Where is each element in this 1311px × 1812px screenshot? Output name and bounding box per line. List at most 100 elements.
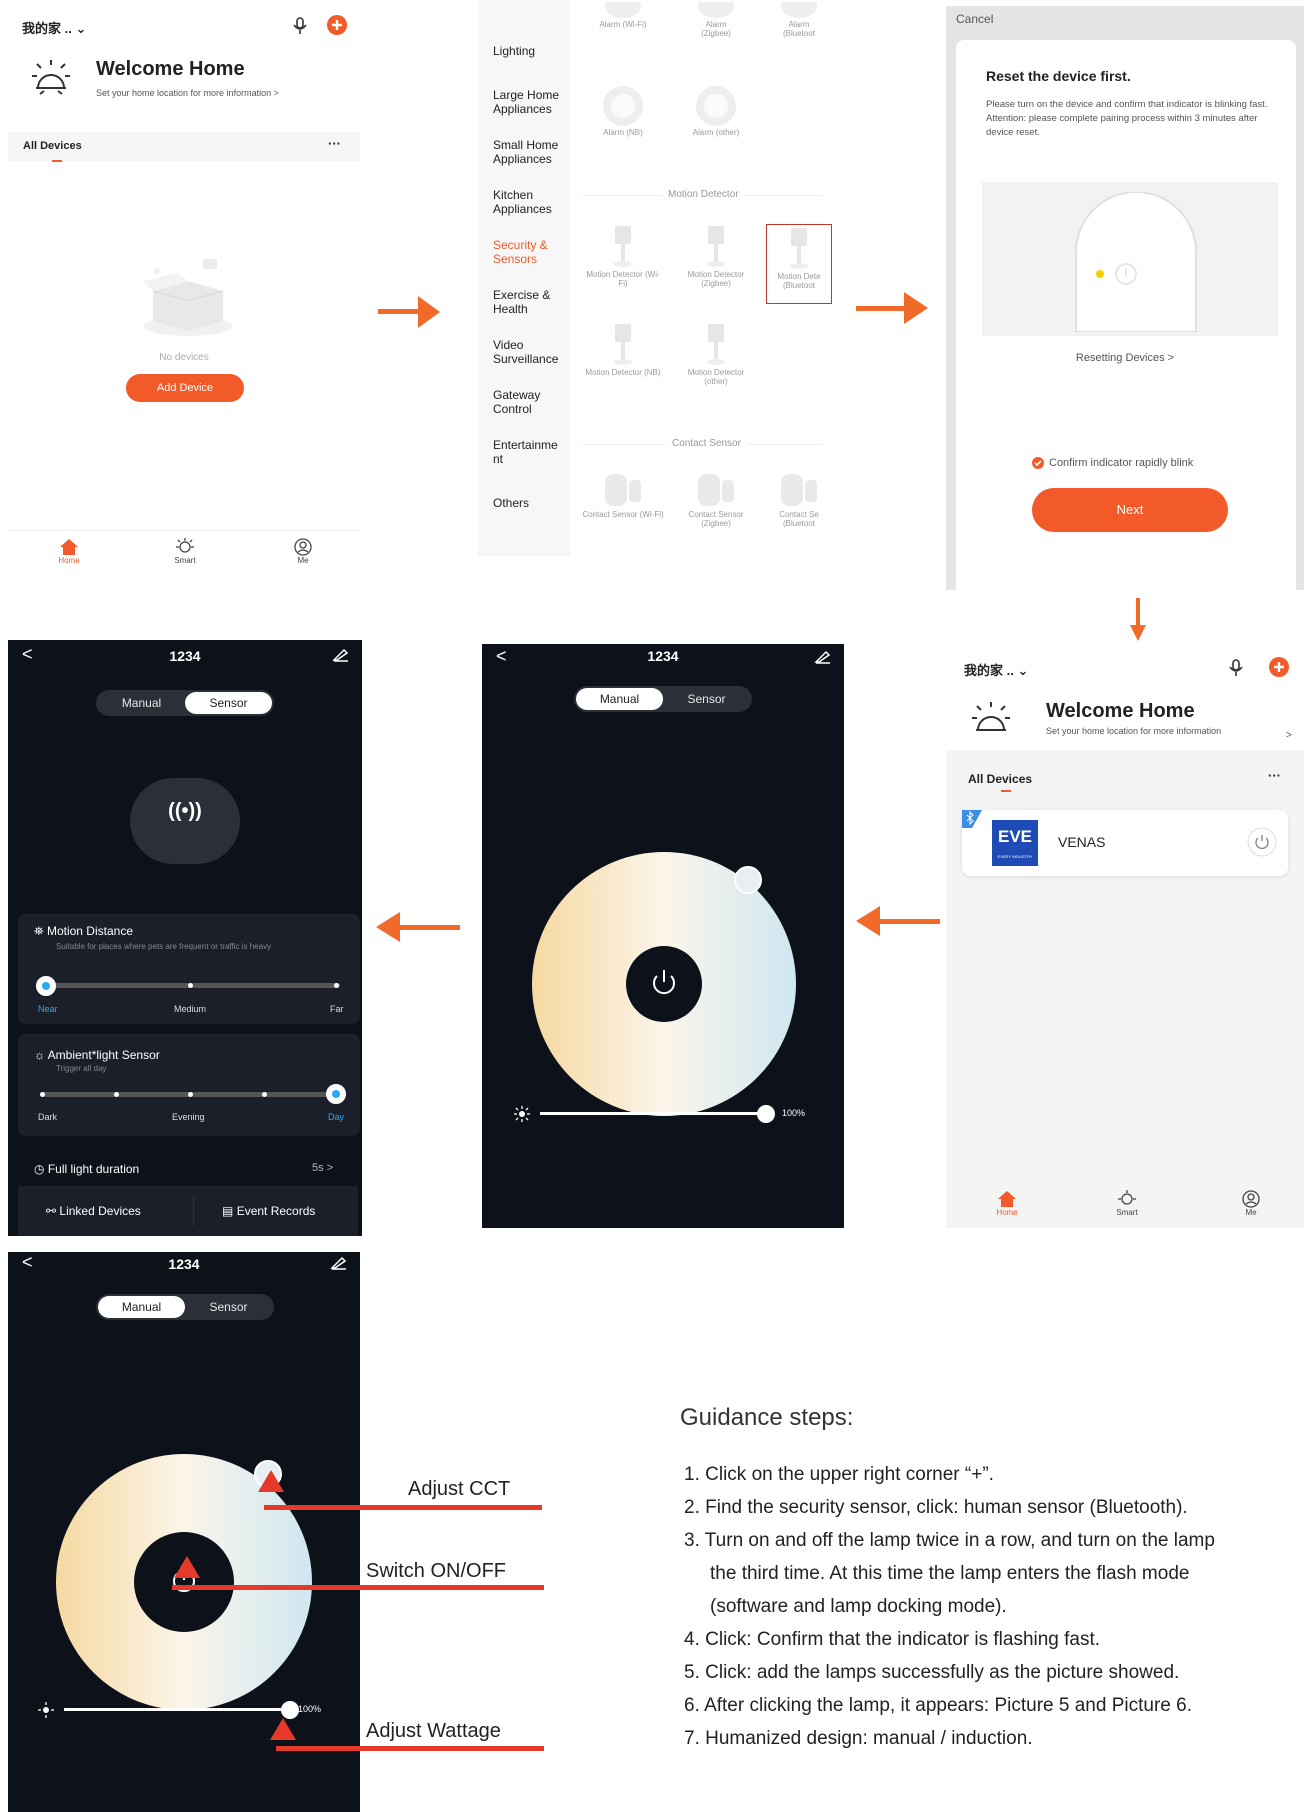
welcome-location-link[interactable]: Set your home location for more informat… [96, 88, 279, 98]
nav-smart-label: Smart [1116, 1208, 1138, 1217]
home-title[interactable]: 我的家 .. ⌄ [22, 18, 86, 37]
callout-line-cct [264, 1505, 542, 1510]
more-icon[interactable]: ··· [1268, 768, 1281, 783]
screen-home-empty: 我的家 .. ⌄ Welcome Home Set your home loca… [8, 6, 360, 581]
nav-me-label: Me [297, 556, 309, 565]
motion-distance-thumb[interactable] [36, 976, 56, 996]
tab-indicator [52, 160, 62, 162]
more-icon[interactable]: ··· [328, 136, 341, 151]
nav-me[interactable]: Me [286, 538, 320, 565]
category-lighting[interactable]: Lighting [493, 44, 573, 58]
full-light-duration-row[interactable]: ◷ Full light duration [34, 1162, 139, 1176]
flow-arrow-2 [856, 306, 908, 311]
category-small-home-appliances[interactable]: Small Home Appliances [493, 138, 573, 166]
category-others[interactable]: Others [493, 496, 573, 510]
brightness-slider-thumb[interactable] [757, 1105, 775, 1123]
brightness-slider-thumb[interactable] [281, 1701, 299, 1719]
device-motion-nb[interactable]: Motion Detector (NB) [582, 322, 664, 377]
screen-manual-control: < 1234 Manual Sensor 100% [482, 644, 844, 1228]
add-device-plus-icon[interactable] [1268, 656, 1290, 678]
event-records-button[interactable]: ▤ Event Records [222, 1204, 315, 1218]
device-title: 1234 [647, 648, 679, 664]
home-title-text: 我的家 .. [964, 663, 1014, 678]
tab-all-devices[interactable]: All Devices [23, 140, 82, 152]
edit-icon[interactable] [814, 648, 832, 664]
nav-smart[interactable]: Smart [1110, 1190, 1144, 1217]
next-button[interactable]: Next [1032, 488, 1228, 532]
ambient-light-desc: Trigger all day [56, 1064, 107, 1073]
device-alarm-wifi[interactable]: Alarm (Wi-Fi) [582, 2, 664, 29]
full-light-value[interactable]: 5s > [312, 1162, 333, 1174]
device-contact-zigbee[interactable]: Contact Sensor (Zigbee) [676, 470, 756, 528]
add-device-plus-icon[interactable] [326, 14, 348, 36]
device-label: Motion Detector (other) [687, 368, 745, 386]
mic-icon[interactable] [1228, 658, 1244, 678]
brightness-icon [514, 1106, 530, 1122]
welcome-title: Welcome Home [96, 58, 245, 80]
nav-smart-label: Smart [174, 556, 196, 565]
category-gateway-control[interactable]: Gateway Control [493, 388, 573, 416]
tab-manual[interactable]: Manual [576, 688, 663, 710]
category-kitchen-appliances[interactable]: Kitchen Appliances [493, 188, 573, 216]
device-contact-wifi[interactable]: Contact Sensor (Wi-Fi) [582, 470, 664, 519]
nav-me[interactable]: Me [1234, 1190, 1268, 1217]
device-alarm-other[interactable]: Alarm (other) [676, 84, 756, 137]
motion-sensor-icon [707, 324, 725, 365]
cancel-button[interactable]: Cancel [956, 12, 993, 26]
guide-step-4: 4. Click: Confirm that the indicator is … [684, 1629, 1101, 1650]
nav-home[interactable]: Home [52, 538, 86, 565]
alarm-icon [696, 86, 736, 126]
category-exercise-health[interactable]: Exercise & Health [493, 288, 573, 316]
tab-sensor[interactable]: Sensor [663, 688, 750, 710]
chevron-right-icon[interactable]: > [1286, 730, 1292, 741]
nav-home[interactable]: Home [990, 1190, 1024, 1217]
mic-icon[interactable] [292, 16, 308, 36]
edit-icon[interactable] [330, 1254, 348, 1270]
guidance-title: Guidance steps: [680, 1404, 854, 1431]
device-alarm-nb[interactable]: Alarm (NB) [582, 84, 664, 137]
add-device-button[interactable]: Add Device [126, 374, 244, 402]
category-video-surveillance[interactable]: Video Surveillance [493, 338, 573, 366]
resetting-devices-link[interactable]: Resetting Devices > [946, 352, 1304, 364]
smart-sun-icon [1118, 1190, 1136, 1205]
category-security-sensors[interactable]: Security & Sensors [493, 238, 573, 266]
confirm-indicator-checkbox[interactable]: Confirm indicator rapidly blink [1032, 457, 1193, 469]
tab-manual[interactable]: Manual [98, 692, 185, 714]
tab-indicator [1001, 790, 1011, 792]
home-title[interactable]: 我的家 .. ⌄ [964, 660, 1028, 679]
ambient-light-thumb[interactable] [326, 1084, 346, 1104]
device-label: Motion Dete (Bluetoot [777, 272, 821, 290]
welcome-sub-text[interactable]: Set your home location for more informat… [1046, 726, 1236, 736]
mode-toggle[interactable]: Manual Sensor [96, 1294, 274, 1320]
edit-icon[interactable] [332, 646, 350, 662]
tab-sensor[interactable]: Sensor [185, 1296, 272, 1318]
power-icon[interactable] [1246, 826, 1278, 858]
motion-sensor-icon [614, 226, 632, 267]
device-contact-bluetooth[interactable]: Contact Se (Bluetoot [766, 470, 832, 528]
device-alarm-zigbee[interactable]: Alarm (Zigbee) [676, 2, 756, 38]
device-motion-other[interactable]: Motion Detector (other) [676, 322, 756, 386]
tab-manual[interactable]: Manual [98, 1296, 185, 1318]
bluetooth-badge-icon [962, 810, 982, 828]
mode-toggle[interactable]: Manual Sensor [96, 690, 274, 716]
category-entertainment[interactable]: Entertainme nt [493, 438, 563, 466]
tab-sensor[interactable]: Sensor [185, 692, 272, 714]
slider-stop [188, 983, 193, 988]
arrow-head-right-icon [418, 296, 440, 328]
logo-text: EVE [997, 827, 1033, 846]
device-alarm-bluetooth[interactable]: Alarm (Bluetoot [766, 2, 832, 38]
nav-smart[interactable]: Smart [168, 538, 202, 565]
mode-toggle[interactable]: Manual Sensor [574, 686, 752, 712]
screen-home-with-device: 我的家 .. ⌄ Welcome Home Set your home loca… [946, 650, 1304, 1228]
cct-color-wheel[interactable] [56, 1454, 312, 1710]
ambient-light-icon: ☼ [34, 1048, 45, 1062]
tab-all-devices[interactable]: All Devices [968, 772, 1032, 786]
category-large-home-appliances[interactable]: Large Home Appliances [493, 88, 573, 116]
callout-arrow-up-icon [258, 1470, 284, 1492]
device-motion-wifi[interactable]: Motion Detector (Wi-Fi) [582, 224, 664, 288]
device-motion-zigbee[interactable]: Motion Detector (Zigbee) [676, 224, 756, 288]
device-motion-bluetooth[interactable]: Motion Dete (Bluetoot [768, 226, 830, 290]
linked-devices-button[interactable]: ⚯ Linked Devices [46, 1204, 141, 1218]
callout-arrow-up-icon [270, 1718, 296, 1740]
cct-color-wheel[interactable] [532, 852, 796, 1116]
